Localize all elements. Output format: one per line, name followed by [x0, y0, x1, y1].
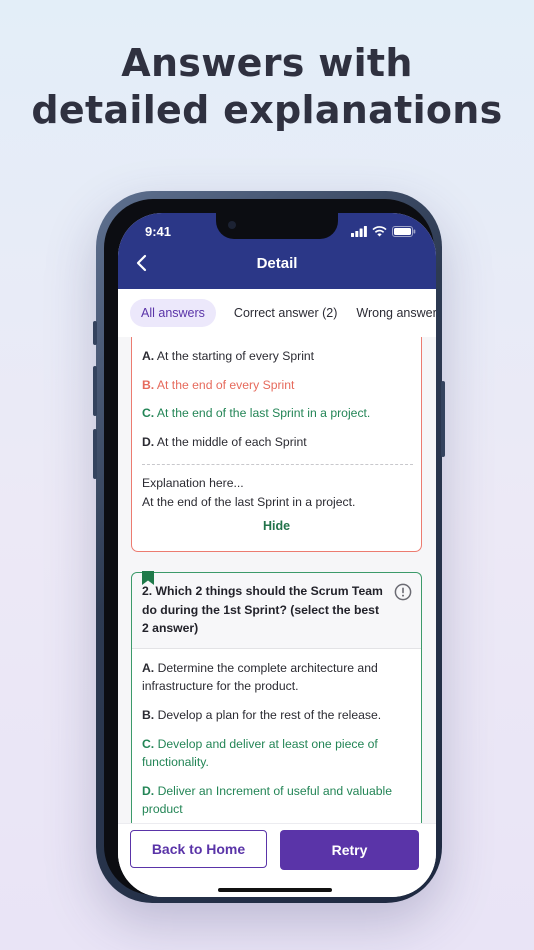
answer-letter: B.	[142, 378, 155, 392]
back-to-home-button[interactable]: Back to Home	[130, 830, 267, 868]
signal-icon	[351, 226, 367, 237]
camera-icon	[228, 221, 236, 229]
answer-letter: C.	[142, 737, 155, 751]
tab-correct-answer[interactable]: Correct answer (2)	[234, 306, 338, 320]
question-text-line: 2. Which 2 things should the Scrum Team	[142, 584, 383, 598]
answer-text-line: product	[142, 802, 183, 816]
answer-option: A. Determine the complete architecture a…	[142, 659, 378, 677]
answer-letter: A.	[142, 349, 155, 363]
answer-option: A. At the starting of every Sprint	[142, 347, 314, 365]
answer-letter: A.	[142, 661, 155, 675]
answer-option: D. At the middle of each Sprint	[142, 433, 307, 451]
phone-frame: 9:41 Detail All answers Correct answer (…	[93, 191, 445, 903]
question-text-line: 2 answer)	[142, 621, 199, 635]
answer-text: At the starting of every Sprint	[156, 349, 315, 363]
answer-text-line: Determine the complete architecture and	[157, 661, 378, 675]
answer-option: B. Develop a plan for the rest of the re…	[142, 706, 381, 724]
volume-down-button	[93, 429, 97, 479]
status-icons	[351, 226, 416, 237]
headline: Answers with detailed explanations	[0, 40, 534, 134]
answer-filter-tabs: All answers Correct answer (2) Wrong ans…	[118, 289, 436, 337]
answer-letter: B.	[142, 708, 155, 722]
page-title: Detail	[256, 255, 298, 272]
battery-icon	[392, 226, 416, 237]
answer-text-line: functionality.	[142, 755, 209, 769]
headline-line-2: detailed explanations	[31, 88, 503, 132]
explanation-text: At the end of the last Sprint in a proje…	[142, 495, 356, 509]
mute-switch	[93, 321, 97, 345]
answer-option-correct: D. Deliver an Increment of useful and va…	[142, 782, 392, 800]
answer-option-correct: C. Develop and deliver at least one piec…	[142, 735, 378, 753]
answer-option-wrong: B. At the end of every Sprint	[142, 376, 294, 394]
answer-text: At the end of the last Sprint in a proje…	[156, 406, 371, 420]
answer-letter: C.	[142, 406, 155, 420]
question-card: A. At the starting of every Sprint B. At…	[131, 337, 422, 552]
volume-up-button	[93, 366, 97, 416]
status-time: 9:41	[145, 224, 172, 239]
question-header: 2. Which 2 things should the Scrum Team …	[132, 571, 421, 649]
explanation-title: Explanation here...	[142, 476, 244, 490]
answer-text: At the middle of each Sprint	[156, 435, 307, 449]
retry-button[interactable]: Retry	[280, 830, 419, 870]
answer-text-line: infrastructure for the product.	[142, 679, 299, 693]
answer-text-line: Develop and deliver at least one piece o…	[157, 737, 378, 751]
notch	[216, 213, 338, 239]
answer-text-line: Deliver an Increment of useful and valua…	[157, 784, 392, 798]
info-icon[interactable]	[394, 583, 412, 601]
question-card: 2. Which 2 things should the Scrum Team …	[131, 571, 422, 823]
answer-text-line: Develop a plan for the rest of the relea…	[157, 708, 382, 722]
answer-option-correct: C. At the end of the last Sprint in a pr…	[142, 404, 370, 422]
bottom-action-bar: Back to Home Retry	[118, 823, 436, 897]
answers-list[interactable]: A. At the starting of every Sprint B. At…	[118, 337, 436, 823]
phone-bezel: 9:41 Detail All answers Correct answer (…	[104, 199, 436, 897]
phone-screen: 9:41 Detail All answers Correct answer (…	[118, 213, 436, 897]
wifi-icon	[372, 226, 387, 237]
divider	[142, 464, 413, 465]
question-text-line: do during the 1st Sprint? (select the be…	[142, 603, 380, 617]
hide-explanation-button[interactable]: Hide	[132, 519, 421, 533]
answer-letter: D.	[142, 435, 155, 449]
answer-letter: D.	[142, 784, 155, 798]
power-button	[441, 381, 445, 457]
home-indicator	[218, 888, 332, 892]
answer-text: At the end of every Sprint	[156, 378, 295, 392]
tab-all-answers[interactable]: All answers	[130, 299, 216, 327]
headline-line-1: Answers with	[121, 41, 413, 85]
tab-wrong-answer[interactable]: Wrong answer	[356, 306, 436, 320]
